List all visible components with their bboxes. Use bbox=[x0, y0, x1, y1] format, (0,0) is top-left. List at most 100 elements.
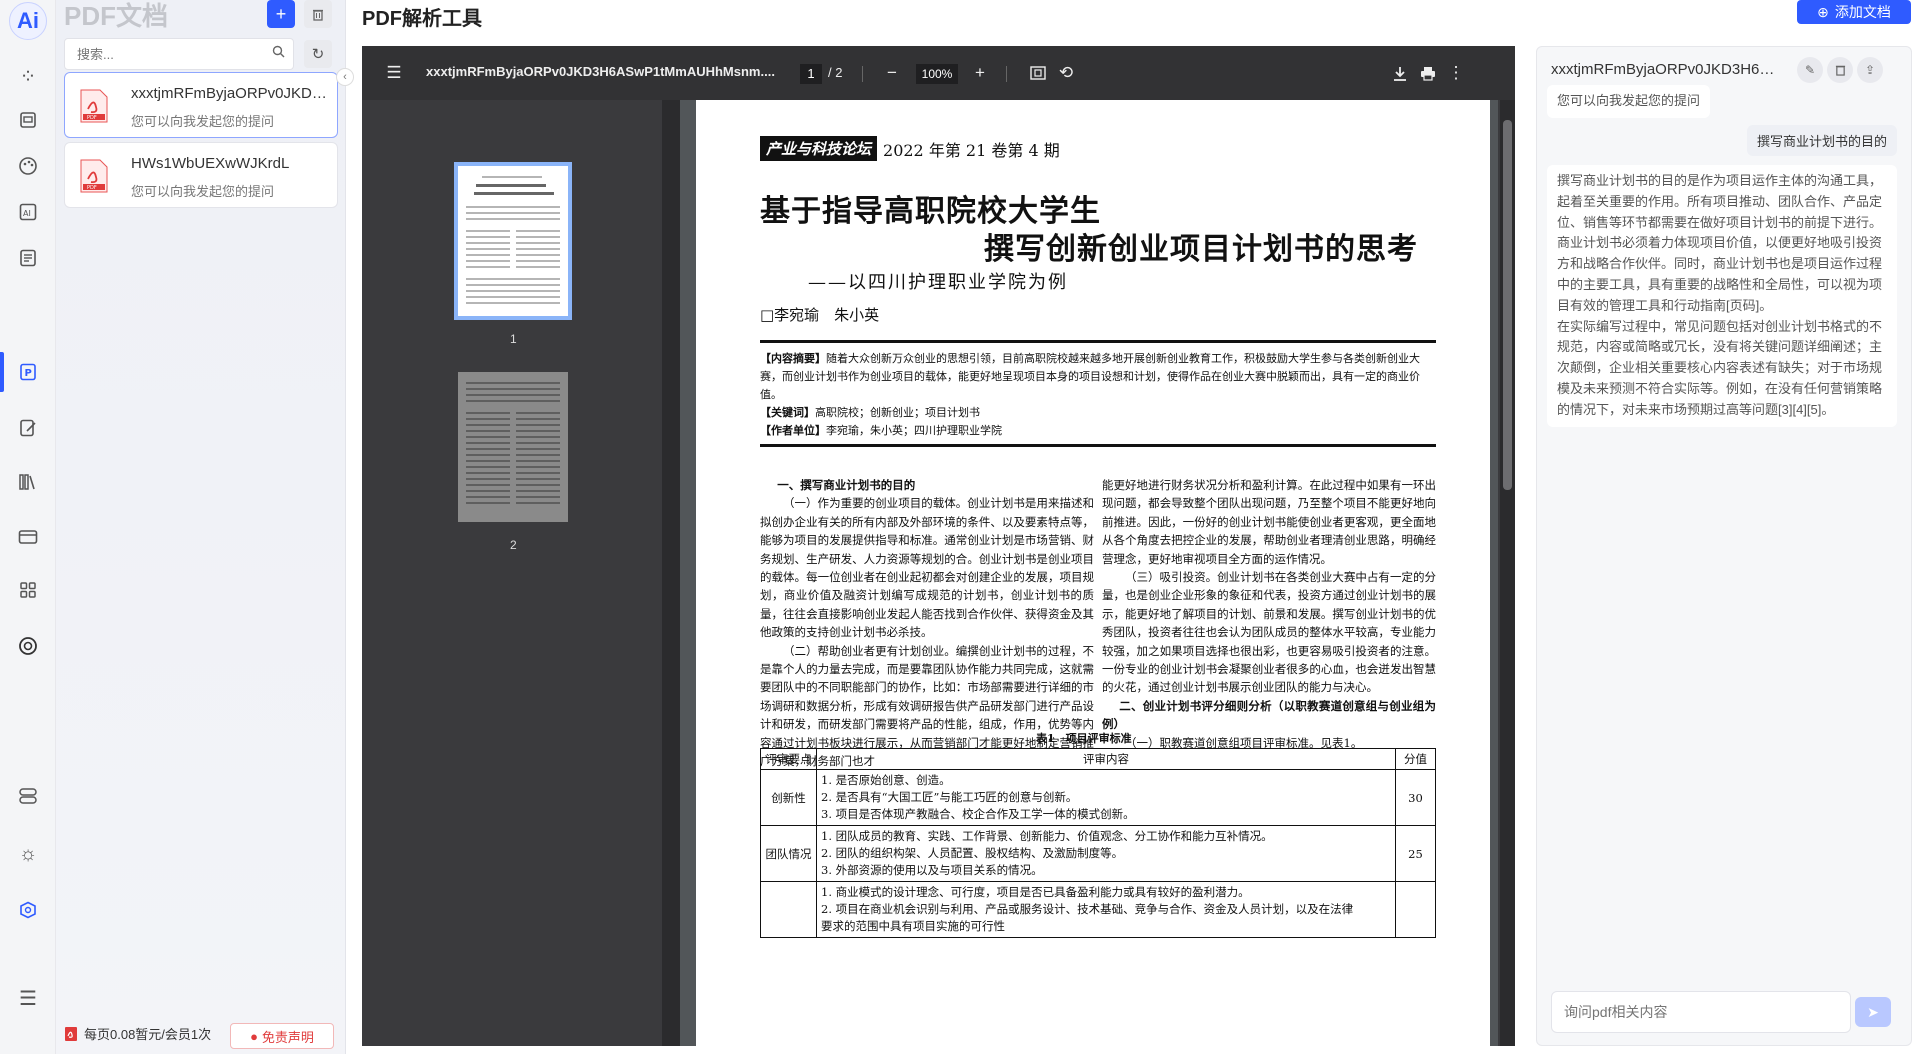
trash-icon[interactable] bbox=[1827, 57, 1853, 83]
grid-dots-icon[interactable]: ⁘ bbox=[14, 62, 42, 90]
viewer-filename: xxxtjmRFmByjaORPv0JKD3H6ASwP1tMmAUHhMsnm… bbox=[426, 64, 775, 79]
paper-subtitle: ——以四川护理职业学院为例 bbox=[808, 272, 1068, 293]
library-icon[interactable] bbox=[14, 468, 42, 496]
chevron-left-icon: ‹ bbox=[343, 71, 347, 83]
thumbnail-label: 1 bbox=[510, 332, 517, 346]
window-edge bbox=[1912, 0, 1919, 1054]
share-icon[interactable]: ⇪ bbox=[1857, 57, 1883, 83]
criteria-item: 1. 团队成员的教育、实践、工作背景、创新能力、价值观念、分工协作和能力互补情况… bbox=[821, 829, 1273, 843]
unit-label: 【作者单位】 bbox=[760, 424, 826, 437]
edit-note-icon[interactable] bbox=[14, 414, 42, 442]
criteria-item: 1. 商业模式的设计理念、可行度，项目是否已具备盈利能力或具有较好的盈利潜力。 bbox=[821, 885, 1250, 899]
add-document-header-button[interactable]: ⊕ 添加文档 bbox=[1797, 0, 1911, 24]
page-total: / 2 bbox=[828, 65, 843, 80]
abstract-text: 随着大众创新万众创业的思想引领，目前高职院校越来越多地开展创新创业教育工作，积极… bbox=[760, 352, 1420, 401]
document-name: HWs1WbUEXwWJKrdL bbox=[131, 155, 290, 172]
table-cell: 1. 商业模式的设计理念、可行度，项目是否已具备盈利能力或具有较好的盈利潜力。 … bbox=[816, 881, 1396, 938]
criteria-item: 3. 项目是否体现产教融合、校企合作及工学一体的模式创新。 bbox=[821, 807, 1135, 821]
panel-title: PDF文档 bbox=[64, 1, 169, 31]
viewer-scrollbar[interactable] bbox=[1500, 100, 1515, 1046]
criteria-item: 2. 是否具有“大国工匠”与能工巧匠的创意与创新。 bbox=[821, 790, 1078, 804]
rotate-icon[interactable]: ⟲ bbox=[1054, 59, 1078, 87]
chat-input[interactable] bbox=[1552, 992, 1792, 1032]
openai-icon[interactable] bbox=[14, 632, 42, 660]
storage-icon[interactable] bbox=[14, 782, 42, 810]
body-paragraph: （三）吸引投资。创业计划书在各类创业大赛中占有一定的分量，也是创业企业形象的象征… bbox=[1102, 570, 1436, 695]
refresh-button[interactable]: ↻ bbox=[304, 40, 332, 68]
document-card[interactable]: PDF xxxtjmRFmByjaORPv0JKD3H6ASwP1tMmAUHh… bbox=[64, 72, 338, 138]
app-logo[interactable]: Ai bbox=[9, 2, 47, 40]
disclaimer-button[interactable]: ● 免责声明 bbox=[230, 1023, 334, 1049]
scrollbar-thumb[interactable] bbox=[1503, 120, 1512, 490]
file-list-icon[interactable] bbox=[14, 106, 42, 134]
fee-text: 每页0.08暂元/会员1次 bbox=[84, 1027, 212, 1042]
delete-documents-button[interactable] bbox=[304, 0, 332, 28]
zoom-out-icon[interactable]: − bbox=[882, 59, 902, 87]
pdf-file-icon: PDF bbox=[80, 159, 108, 193]
table-cell bbox=[760, 881, 817, 938]
criteria-table: 评审要点 评审内容 分值 创新性 1. 是否原始创意、创造。 2. 是否具有“大… bbox=[760, 748, 1436, 938]
page-number-input[interactable] bbox=[800, 64, 822, 84]
table-cell bbox=[1395, 881, 1436, 938]
table-cell: 创新性 bbox=[760, 769, 817, 826]
thumbnail-label: 2 bbox=[510, 538, 517, 552]
ai-box-icon[interactable]: AI bbox=[14, 198, 42, 226]
svg-text:PDF: PDF bbox=[87, 115, 97, 121]
unit-text: 李宛瑜，朱小英；四川护理职业学院 bbox=[826, 424, 1002, 437]
paper-authors: □李宛瑜 朱小英 bbox=[760, 306, 880, 324]
edit-icon[interactable]: ✎ bbox=[1797, 57, 1823, 83]
sidebar-toggle-icon[interactable]: ☰ bbox=[382, 59, 406, 87]
table-row: 创新性 1. 是否原始创意、创造。 2. 是否具有“大国工匠”与能工巧匠的创意与… bbox=[760, 769, 1436, 826]
collapse-panel-button[interactable]: ‹ bbox=[336, 68, 354, 86]
document-card[interactable]: PDF HWs1WbUEXwWJKrdL 您可以向我发起您的提问 bbox=[64, 142, 338, 208]
pdf-viewer: ☰ xxxtjmRFmByjaORPv0JKD3H6ASwP1tMmAUHhMs… bbox=[362, 46, 1515, 1046]
chat-user-message: 撰写商业计划书的目的 bbox=[1746, 125, 1897, 156]
table-cell: 25 bbox=[1395, 825, 1436, 882]
viewer-toolbar: ☰ xxxtjmRFmByjaORPv0JKD3H6ASwP1tMmAUHhMs… bbox=[362, 46, 1515, 100]
refresh-icon: ↻ bbox=[311, 46, 325, 63]
add-document-button[interactable]: + bbox=[267, 0, 295, 28]
criteria-item: 3. 外部资源的使用以及与项目关系的情况。 bbox=[821, 863, 1043, 877]
pdf-p-icon[interactable]: P bbox=[14, 358, 42, 386]
abstract-block: 【内容摘要】随着大众创新万众创业的思想引领，目前高职院校越来越多地开展创新创业教… bbox=[760, 350, 1440, 440]
send-button[interactable]: ➤ bbox=[1855, 997, 1891, 1027]
search-input[interactable] bbox=[65, 39, 245, 69]
table-header: 评审要点 bbox=[760, 748, 817, 770]
page-title: PDF解析工具 bbox=[362, 8, 482, 30]
download-icon[interactable] bbox=[1388, 59, 1412, 87]
menu-collapse-icon[interactable]: ☰ bbox=[14, 984, 42, 1012]
table-header: 评审内容 bbox=[816, 748, 1396, 770]
pdf-small-icon bbox=[65, 1026, 77, 1041]
zoom-in-icon[interactable]: + bbox=[970, 59, 990, 87]
keywords-text: 高职院校；创新创业；项目计划书 bbox=[815, 406, 980, 419]
answer-paragraph: 撰写商业计划书的目的是作为项目运作主体的沟通工具，起着至关重要的作用。所有项目推… bbox=[1557, 173, 1883, 313]
apps-icon[interactable] bbox=[14, 576, 42, 604]
svg-text:AI: AI bbox=[23, 209, 31, 218]
table-cell: 1. 团队成员的教育、实践、工作背景、创新能力、价值观念、分工协作和能力互补情况… bbox=[816, 825, 1396, 882]
icon-rail: Ai ⁘ AI P ☼ ☰ bbox=[0, 0, 56, 1054]
sun-icon[interactable]: ☼ bbox=[14, 840, 42, 868]
search-icon[interactable] bbox=[272, 45, 285, 61]
print-icon[interactable] bbox=[1416, 59, 1440, 87]
rule-bottom bbox=[760, 444, 1436, 447]
zoom-level[interactable]: 100% bbox=[916, 64, 958, 84]
body-right-column: 能更好地进行财务状况分析和盈利计算。在此过程中如果有一环出现问题，都会导致整个团… bbox=[1102, 476, 1436, 752]
table-cell: 1. 是否原始创意、创造。 2. 是否具有“大国工匠”与能工巧匠的创意与创新。 … bbox=[816, 769, 1396, 826]
add-document-label: 添加文档 bbox=[1834, 4, 1891, 20]
hexagon-icon[interactable] bbox=[14, 896, 42, 924]
page-thumbnail[interactable] bbox=[458, 372, 568, 522]
abstract-label: 【内容摘要】 bbox=[760, 352, 826, 365]
answer-paragraph: 在实际编写过程中，常见问题包括对创业计划书格式的不规范，内容或简略或冗长，没有将… bbox=[1557, 318, 1883, 417]
disclaimer-label: 免责声明 bbox=[261, 1029, 314, 1045]
trash-icon bbox=[313, 9, 323, 21]
criteria-item: 要求的范围中具有项目实施的可行性 bbox=[821, 919, 1005, 933]
journal-header: 产业与科技论坛 2022 年第 21 卷第 4 期 bbox=[760, 136, 1060, 161]
video-card-icon[interactable] bbox=[14, 523, 42, 551]
page-thumbnail[interactable] bbox=[454, 162, 572, 320]
fee-info: 每页0.08暂元/会员1次 bbox=[64, 1024, 211, 1043]
more-vertical-icon[interactable]: ⋮ bbox=[1446, 59, 1466, 87]
palette-icon[interactable] bbox=[14, 152, 42, 180]
chat-greeting: 您可以向我发起您的提问 bbox=[1547, 85, 1711, 118]
document-icon[interactable] bbox=[14, 244, 42, 272]
fit-page-icon[interactable] bbox=[1026, 59, 1050, 87]
